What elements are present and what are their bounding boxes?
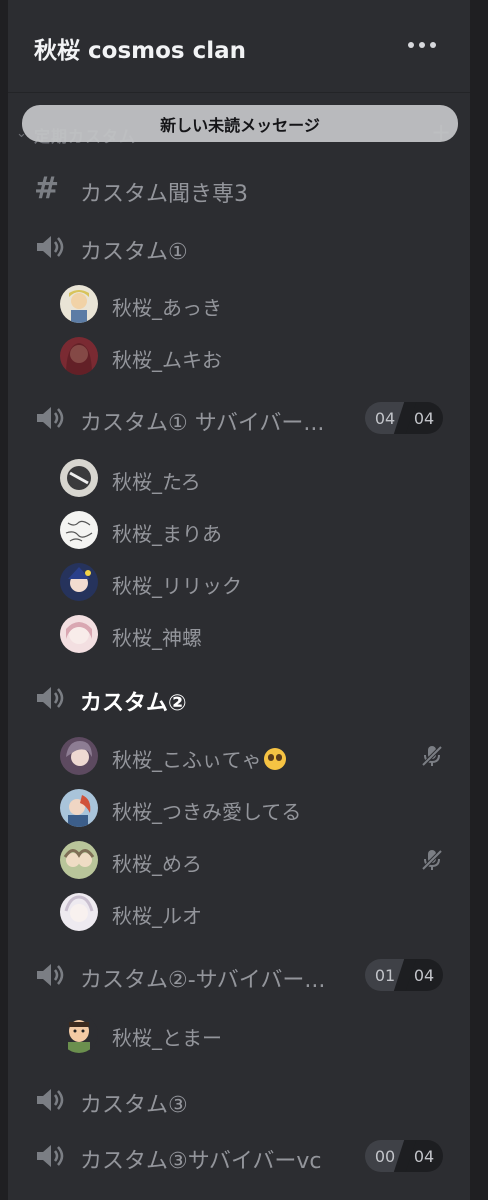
avatar <box>60 1015 98 1053</box>
more-dots-icon[interactable] <box>408 35 444 55</box>
avatar <box>60 893 98 931</box>
avatar <box>60 789 98 827</box>
avatar <box>60 563 98 601</box>
voice-member[interactable]: 秋桜_めろ <box>8 836 470 884</box>
channel-item[interactable]: カスタム① <box>8 225 470 269</box>
pleading-face-icon <box>263 748 286 770</box>
speaker-icon <box>37 964 64 986</box>
avatar <box>60 841 98 879</box>
avatar <box>60 511 98 549</box>
channel-name: カスタム① <box>80 240 188 265</box>
voice-member[interactable]: 秋桜_まりあ <box>8 506 470 554</box>
voice-member[interactable]: 秋桜_ムキお <box>8 332 470 380</box>
member-name: 秋桜_ムキお <box>112 348 222 372</box>
speaker-icon <box>37 407 64 429</box>
new-unread-messages-banner[interactable]: 新しい未読メッセージ <box>22 105 458 142</box>
member-count-badge: 04 04 <box>365 402 443 434</box>
member-limit: 04 <box>405 1140 443 1172</box>
channel-name: カスタム② <box>80 691 187 716</box>
server-header[interactable]: 秋桜 cosmos clan <box>8 0 470 93</box>
server-name: 秋桜 cosmos clan <box>34 38 247 64</box>
channel-item[interactable]: カスタム②-サバイバー... 01 04 <box>8 953 470 997</box>
mic-off-icon <box>421 849 443 871</box>
member-name: 秋桜_たろ <box>112 470 201 494</box>
avatar <box>60 459 98 497</box>
member-name: 秋桜_あっき <box>112 296 222 320</box>
voice-member[interactable]: 秋桜_こふぃてゃ <box>8 732 470 780</box>
channel-name: カスタム聞き専3 <box>80 182 248 207</box>
channel-item[interactable]: # カスタム聞き専3 <box>8 167 470 211</box>
member-name: 秋桜_こふぃてゃ <box>112 744 286 773</box>
member-name: 秋桜_ルオ <box>112 904 202 928</box>
member-count-badge: 00 04 <box>365 1140 443 1172</box>
member-name: 秋桜_リリック <box>112 574 242 598</box>
avatar <box>60 615 98 653</box>
avatar <box>60 285 98 323</box>
member-count-badge: 01 04 <box>365 959 443 991</box>
mic-off-icon <box>421 745 443 767</box>
voice-member[interactable]: 秋桜_とまー <box>8 1010 470 1058</box>
hash-icon: # <box>34 171 60 206</box>
voice-member[interactable]: 秋桜_つきみ愛してる <box>8 784 470 832</box>
voice-member[interactable]: 秋桜_リリック <box>8 558 470 606</box>
member-name: 秋桜_つきみ愛してる <box>112 800 302 824</box>
avatar <box>60 337 98 375</box>
channel-name: カスタム① サバイバー... <box>80 411 325 436</box>
avatar <box>60 737 98 775</box>
channel-sidebar: 秋桜 cosmos clan ⌄ 定期カスタム + 新しい未読メッセージ # カ… <box>8 0 470 1200</box>
voice-member[interactable]: 秋桜_神螺 <box>8 610 470 658</box>
member-name: 秋桜_とまー <box>112 1026 222 1050</box>
member-limit: 04 <box>405 402 443 434</box>
banner-label: 新しい未読メッセージ <box>160 115 320 135</box>
channel-name: カスタム②-サバイバー... <box>80 968 326 993</box>
member-limit: 04 <box>405 959 443 991</box>
channel-item[interactable]: カスタム③ <box>8 1078 470 1122</box>
member-name: 秋桜_まりあ <box>112 522 222 546</box>
speaker-icon <box>37 1089 64 1111</box>
channel-name: カスタム③サバイバーvc <box>80 1149 322 1174</box>
voice-member[interactable]: 秋桜_あっき <box>8 280 470 328</box>
voice-member[interactable]: 秋桜_ルオ <box>8 888 470 936</box>
member-name: 秋桜_めろ <box>112 852 202 876</box>
channel-name: カスタム③ <box>80 1093 188 1118</box>
channel-item[interactable]: カスタム③サバイバーvc 00 04 <box>8 1134 470 1178</box>
member-name: 秋桜_神螺 <box>112 626 202 650</box>
speaker-icon <box>37 236 64 258</box>
voice-member[interactable]: 秋桜_たろ <box>8 454 470 502</box>
channel-item[interactable]: カスタム① サバイバー... 04 04 <box>8 396 470 440</box>
speaker-icon <box>37 687 64 709</box>
speaker-icon <box>37 1145 64 1167</box>
channel-item[interactable]: カスタム② <box>8 676 470 720</box>
